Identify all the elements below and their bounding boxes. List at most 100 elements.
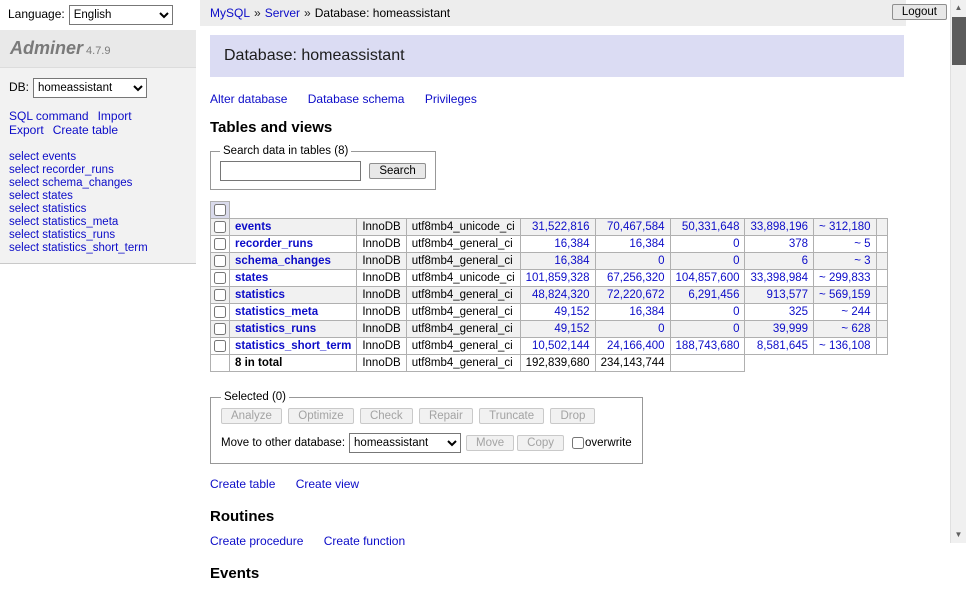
db-select[interactable]: homeassistant bbox=[33, 78, 147, 98]
auto-increment-link[interactable]: 39,999 bbox=[773, 323, 808, 335]
index-length-link[interactable]: 24,166,400 bbox=[607, 340, 665, 352]
table-name-link[interactable]: statistics_runs bbox=[235, 323, 316, 335]
data-free-link[interactable]: 104,857,600 bbox=[676, 272, 740, 284]
create-function-link[interactable]: Create function bbox=[324, 534, 405, 548]
rows-count-link[interactable]: ~ 136,108 bbox=[819, 340, 870, 352]
data-free-link[interactable]: 6,291,456 bbox=[688, 289, 739, 301]
index-length-link[interactable]: 67,256,320 bbox=[607, 272, 665, 284]
auto-increment-link[interactable]: 325 bbox=[789, 306, 808, 318]
auto-increment-link[interactable]: 913,577 bbox=[766, 289, 808, 301]
row-checkbox-cell bbox=[211, 270, 230, 287]
index-length-link[interactable]: 70,467,584 bbox=[607, 221, 665, 233]
scroll-up-icon[interactable]: ▲ bbox=[951, 0, 966, 16]
copy-button[interactable]: Copy bbox=[517, 435, 564, 451]
language-select[interactable]: English bbox=[69, 5, 173, 25]
overwrite-checkbox[interactable] bbox=[572, 437, 584, 449]
table-name-link[interactable]: recorder_runs bbox=[235, 238, 313, 250]
total-empty-cell bbox=[670, 355, 745, 372]
auto-increment-link[interactable]: 8,581,645 bbox=[757, 340, 808, 352]
row-checkbox[interactable] bbox=[214, 289, 226, 301]
app-name-link[interactable]: Adminer bbox=[10, 38, 83, 58]
bulk-action-button[interactable]: Optimize bbox=[288, 408, 353, 424]
scroll-down-icon[interactable]: ▼ bbox=[951, 527, 966, 543]
auto-increment-link[interactable]: 33,398,984 bbox=[750, 272, 808, 284]
import-link[interactable]: Import bbox=[98, 109, 132, 123]
search-button[interactable]: Search bbox=[369, 163, 425, 179]
table-name-link[interactable]: schema_changes bbox=[235, 255, 331, 267]
export-link[interactable]: Export bbox=[9, 123, 44, 137]
bulk-action-button[interactable]: Truncate bbox=[479, 408, 544, 424]
table-name-link[interactable]: statistics_meta bbox=[235, 306, 318, 318]
bulk-action-button[interactable]: Check bbox=[360, 408, 413, 424]
data-free-link[interactable]: 0 bbox=[733, 255, 739, 267]
sidebar-table-link[interactable]: select recorder_runs bbox=[9, 164, 187, 177]
create-procedure-link[interactable]: Create procedure bbox=[210, 534, 303, 548]
bulk-action-button[interactable]: Drop bbox=[550, 408, 595, 424]
sidebar-table-link[interactable]: select statistics_runs bbox=[9, 229, 187, 242]
index-length-link[interactable]: 16,384 bbox=[629, 306, 664, 318]
index-length-link[interactable]: 0 bbox=[658, 323, 664, 335]
auto-increment-link[interactable]: 378 bbox=[789, 238, 808, 250]
row-checkbox[interactable] bbox=[214, 323, 226, 335]
data-length-link[interactable]: 101,859,328 bbox=[526, 272, 590, 284]
breadcrumb-link-server[interactable]: Server bbox=[265, 6, 300, 20]
row-checkbox[interactable] bbox=[214, 221, 226, 233]
rows-count-link[interactable]: ~ 569,159 bbox=[819, 289, 870, 301]
table-name-link[interactable]: statistics bbox=[235, 289, 285, 301]
alter-database-link[interactable]: Alter database bbox=[210, 92, 287, 106]
rows-count-link[interactable]: ~ 299,833 bbox=[819, 272, 870, 284]
select-all-checkbox[interactable] bbox=[214, 204, 226, 216]
sidebar-table-link[interactable]: select states bbox=[9, 190, 187, 203]
move-db-select[interactable]: homeassistant bbox=[349, 433, 461, 453]
move-button[interactable]: Move bbox=[466, 435, 514, 451]
rows-count-link[interactable]: ~ 3 bbox=[854, 255, 870, 267]
index-length-link[interactable]: 0 bbox=[658, 255, 664, 267]
row-checkbox[interactable] bbox=[214, 272, 226, 284]
search-input[interactable] bbox=[220, 161, 361, 181]
row-checkbox[interactable] bbox=[214, 238, 226, 250]
logout-button[interactable]: Logout bbox=[892, 4, 947, 20]
rows-count-link[interactable]: ~ 244 bbox=[841, 306, 870, 318]
sidebar-table-link[interactable]: select events bbox=[9, 151, 187, 164]
sidebar-table-link[interactable]: select statistics_short_term bbox=[9, 242, 187, 255]
data-length-link[interactable]: 16,384 bbox=[554, 255, 589, 267]
sidebar-table-link[interactable]: select schema_changes bbox=[9, 177, 187, 190]
auto-increment-link[interactable]: 33,898,196 bbox=[750, 221, 808, 233]
data-free-link[interactable]: 0 bbox=[733, 323, 739, 335]
data-free-link[interactable]: 0 bbox=[733, 306, 739, 318]
index-length-link[interactable]: 72,220,672 bbox=[607, 289, 665, 301]
data-free-link[interactable]: 188,743,680 bbox=[676, 340, 740, 352]
sidebar-table-link[interactable]: select statistics bbox=[9, 203, 187, 216]
create-view-link[interactable]: Create view bbox=[296, 477, 359, 491]
table-name-link[interactable]: statistics_short_term bbox=[235, 340, 351, 352]
sidebar-table-link[interactable]: select statistics_meta bbox=[9, 216, 187, 229]
index-length-link[interactable]: 16,384 bbox=[629, 238, 664, 250]
rows-count-link[interactable]: ~ 628 bbox=[841, 323, 870, 335]
bulk-action-button[interactable]: Repair bbox=[419, 408, 473, 424]
table-name-link[interactable]: events bbox=[235, 221, 271, 233]
rows-count-link[interactable]: ~ 312,180 bbox=[819, 221, 870, 233]
rows-count-link[interactable]: ~ 5 bbox=[854, 238, 870, 250]
data-length-link[interactable]: 49,152 bbox=[554, 323, 589, 335]
row-checkbox[interactable] bbox=[214, 340, 226, 352]
data-length-link[interactable]: 16,384 bbox=[554, 238, 589, 250]
scrollbar[interactable]: ▲ ▼ bbox=[950, 0, 966, 543]
data-length-link[interactable]: 10,502,144 bbox=[532, 340, 590, 352]
privileges-link[interactable]: Privileges bbox=[425, 92, 477, 106]
bulk-action-button[interactable]: Analyze bbox=[221, 408, 282, 424]
data-length-link[interactable]: 49,152 bbox=[554, 306, 589, 318]
auto-increment-link[interactable]: 6 bbox=[802, 255, 808, 267]
create-table-link[interactable]: Create table bbox=[210, 477, 275, 491]
sql-command-link[interactable]: SQL command bbox=[9, 109, 89, 123]
database-schema-link[interactable]: Database schema bbox=[308, 92, 405, 106]
data-length-link[interactable]: 48,824,320 bbox=[532, 289, 590, 301]
breadcrumb-link-mysql[interactable]: MySQL bbox=[210, 6, 250, 20]
row-checkbox[interactable] bbox=[214, 306, 226, 318]
data-length-link[interactable]: 31,522,816 bbox=[532, 221, 590, 233]
scrollbar-thumb[interactable] bbox=[952, 17, 966, 65]
data-free-link[interactable]: 50,331,648 bbox=[682, 221, 740, 233]
create-table-sidebar-link[interactable]: Create table bbox=[53, 123, 118, 137]
data-free-link[interactable]: 0 bbox=[733, 238, 739, 250]
table-name-link[interactable]: states bbox=[235, 272, 268, 284]
row-checkbox[interactable] bbox=[214, 255, 226, 267]
